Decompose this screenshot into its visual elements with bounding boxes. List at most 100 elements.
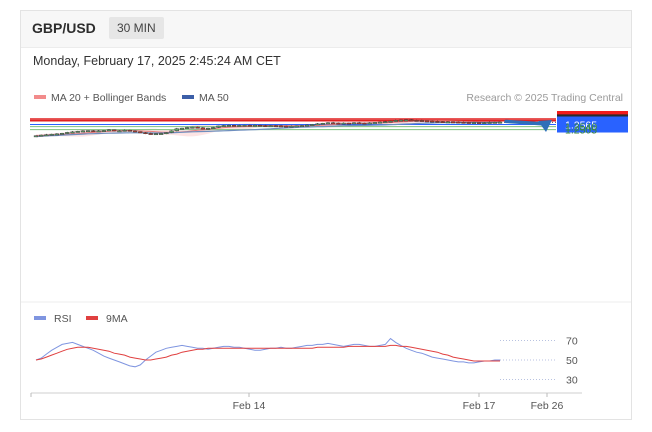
candle-body — [331, 122, 336, 125]
candle-body — [492, 121, 497, 124]
candle-body — [268, 125, 273, 128]
candle-body — [200, 127, 205, 130]
candle-body — [54, 133, 60, 136]
candle-body — [70, 131, 75, 134]
rsi-tick-label: 50 — [566, 355, 578, 367]
candle-body — [221, 125, 226, 127]
candle-body — [304, 124, 310, 127]
candle-body — [351, 122, 357, 125]
candle-body — [174, 128, 179, 132]
candle-body — [383, 121, 388, 124]
candle-body — [153, 133, 159, 136]
watermark-text: Research © 2025 Trading Central — [466, 92, 623, 104]
candle-body — [242, 124, 247, 127]
candle-body — [122, 129, 127, 132]
candle-body — [362, 122, 367, 125]
candle-body — [315, 123, 320, 126]
x-axis-tick-label: Feb 26 — [531, 400, 564, 412]
candle-body — [148, 133, 153, 135]
candle-body — [247, 124, 252, 127]
candle-body — [226, 125, 232, 127]
candle-body — [487, 122, 492, 124]
candle-body — [476, 122, 482, 124]
candle-body — [414, 120, 419, 122]
candle-body — [85, 130, 91, 133]
legend-label: MA 50 — [199, 92, 229, 104]
chart-canvas: MA 20 + Bollinger Bands MA 50 Research © 2… — [21, 92, 631, 412]
rsi-legend-swatch — [34, 316, 46, 320]
rsi-ma-line — [35, 344, 500, 362]
candle-body — [190, 126, 195, 129]
candle-body — [357, 122, 362, 125]
candle-body — [132, 130, 138, 133]
candle-body — [127, 129, 132, 132]
candle-body — [461, 121, 466, 124]
candle-body — [299, 125, 305, 127]
candle-body — [466, 122, 471, 124]
candle-body — [284, 125, 289, 128]
candle-body — [158, 133, 164, 135]
candle-body — [320, 122, 325, 125]
support-level-label: 1.2505 — [565, 125, 597, 137]
candle-body — [388, 120, 393, 123]
candle-body — [39, 134, 44, 137]
x-axis-tick-label: Feb 14 — [233, 400, 266, 412]
candle-body — [263, 125, 268, 127]
candle-body — [294, 125, 299, 128]
candle-body — [216, 125, 221, 128]
candle-body — [106, 129, 112, 132]
candle-body — [278, 125, 284, 128]
candle-body — [456, 121, 461, 124]
candle-body — [289, 125, 294, 128]
rsi-tick-label: 70 — [566, 336, 578, 348]
candle-body — [169, 130, 174, 133]
legend-swatch — [34, 95, 46, 99]
candle-body — [179, 127, 185, 130]
rsi-legend-label: RSI — [54, 313, 72, 325]
candle-body — [185, 127, 190, 129]
candle-body — [377, 121, 383, 124]
candle-body — [101, 130, 106, 132]
candle-body — [231, 125, 237, 127]
candle-body — [65, 132, 70, 134]
legend-swatch — [182, 95, 194, 99]
candle-body — [273, 125, 278, 128]
legend-label: MA 20 + Bollinger Bands — [51, 92, 166, 104]
candle-body — [367, 122, 372, 125]
candle-body — [44, 134, 49, 137]
candle-body — [75, 131, 80, 133]
candle-body — [310, 124, 315, 126]
candle-body — [117, 130, 122, 133]
candle-body — [430, 120, 435, 123]
candle-body — [211, 127, 216, 129]
candle-body — [419, 120, 424, 122]
candle-body — [195, 126, 200, 129]
candle-body — [138, 131, 143, 134]
rsi-tick-label: 30 — [566, 375, 578, 387]
candle-body — [252, 124, 258, 127]
candle-body — [164, 132, 169, 135]
candle-body — [404, 119, 409, 122]
candle-body — [398, 119, 404, 122]
candle-body — [237, 125, 242, 127]
candle-body — [424, 120, 430, 123]
rsi-legend-label: 9MA — [106, 313, 128, 325]
candle-body — [393, 120, 398, 122]
candle-body — [205, 127, 211, 130]
candle-body — [96, 130, 101, 133]
candle-body — [49, 133, 54, 136]
candle-body — [325, 122, 331, 125]
candle-body — [435, 121, 440, 123]
candle-body — [112, 129, 117, 132]
candle-body — [440, 121, 445, 123]
candle-body — [33, 135, 39, 138]
candle-body — [59, 132, 65, 135]
candle-body — [450, 121, 456, 124]
candle-body — [372, 122, 378, 124]
candle-body — [482, 122, 487, 125]
candle-body — [80, 130, 86, 133]
candle-body — [445, 121, 451, 124]
candle-body — [143, 132, 148, 135]
candle-body — [258, 124, 263, 127]
rsi-line — [35, 337, 500, 368]
